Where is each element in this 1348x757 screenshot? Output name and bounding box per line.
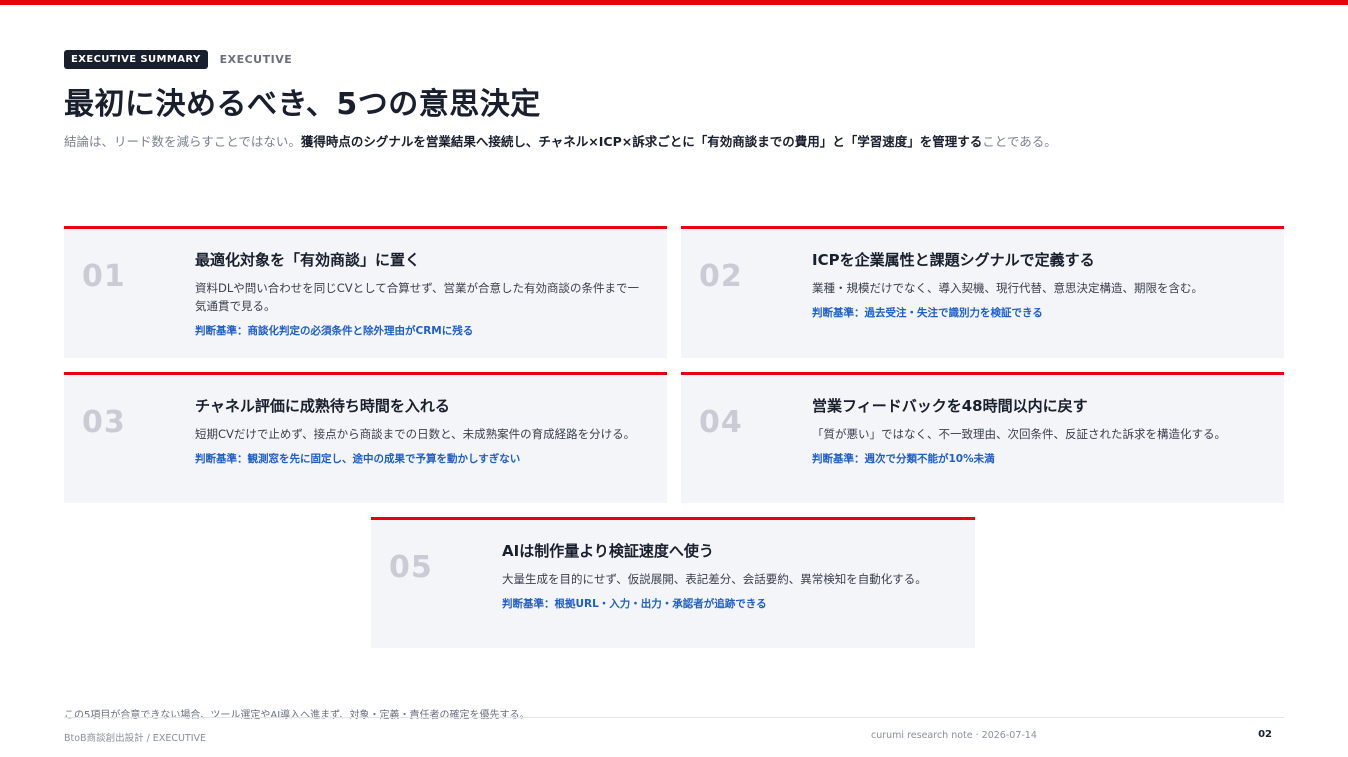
card-title: 最適化対象を「有効商談」に置く: [195, 251, 421, 269]
card-description: 「質が悪い」ではなく、不一致理由、次回条件、反証された訴求を構造化する。: [812, 427, 1226, 441]
page-number: 02: [1258, 729, 1272, 740]
page-header: EXECUTIVE SUMMARY EXECUTIVE 最初に決めるべき、5つの…: [64, 50, 1284, 150]
footer-document-name: BtoB商談創出設計 / EXECUTIVE: [64, 733, 207, 744]
card-number: 05: [389, 550, 433, 585]
footer-source: curumi research note · 2026-07-14: [871, 730, 1037, 741]
section-tag-row: EXECUTIVE SUMMARY EXECUTIVE: [64, 50, 1284, 69]
footer-divider: [64, 717, 1284, 718]
decision-card-03: 03 チャネル評価に成熟待ち時間を入れる 短期CVだけで止めず、接点から商談まで…: [64, 372, 667, 503]
card-criterion: 判断基準：週次で分類不能が10%未満: [812, 453, 995, 465]
card-criterion: 判断基準：観測窓を先に固定し、途中の成果で予算を動かしすぎない: [195, 453, 521, 465]
card-number: 02: [699, 259, 743, 294]
section-tag: EXECUTIVE SUMMARY: [64, 50, 208, 69]
page-title: 最初に決めるべき、5つの意思決定: [64, 87, 541, 122]
decision-card-02: 02 ICPを企業属性と課題シグナルで定義する 業種・規模だけでなく、導入契機、…: [681, 226, 1284, 358]
decision-card-01: 01 最適化対象を「有効商談」に置く 資料DLや問い合わせを同じCVとして合算せ…: [64, 226, 667, 358]
card-title: チャネル評価に成熟待ち時間を入れる: [195, 397, 450, 415]
footnote: この5項目が合意できない場合、ツール選定やAI導入へ進まず、対象・定義・責任者の…: [64, 710, 530, 721]
top-accent-bar: [0, 0, 1348, 5]
decision-card-05: 05 AIは制作量より検証速度へ使う 大量生成を目的にせず、仮説展開、表記差分、…: [371, 517, 975, 648]
decision-card-04: 04 営業フィードバックを48時間以内に戻す 「質が悪い」ではなく、不一致理由、…: [681, 372, 1284, 503]
lead-text: 結論は、リード数を減らすことではない。獲得時点のシグナルを営業結果へ接続し、チャ…: [64, 131, 1284, 150]
card-number: 03: [82, 405, 126, 440]
section-subtag: EXECUTIVE: [219, 53, 293, 66]
card-description: 短期CVだけで止めず、接点から商談までの日数と、未成熟案件の育成経路を分ける。: [195, 427, 636, 441]
card-criterion: 判断基準：商談化判定の必須条件と除外理由がCRMに残る: [195, 325, 474, 337]
card-description: 業種・規模だけでなく、導入契機、現行代替、意思決定構造、期限を含む。: [812, 281, 1203, 295]
card-number: 01: [82, 259, 126, 294]
card-description: 資料DLや問い合わせを同じCVとして合算せず、営業が合意した有効商談の条件まで一…: [195, 281, 640, 313]
card-number: 04: [699, 405, 743, 440]
lead-post: ことである。: [982, 134, 1057, 149]
card-description: 大量生成を目的にせず、仮説展開、表記差分、会話要約、異常検知を自動化する。: [502, 572, 927, 586]
lead-pre: 結論は、リード数を減らすことではない。: [64, 134, 301, 149]
card-criterion: 判断基準：根拠URL・入力・出力・承認者が追跡できる: [502, 598, 767, 610]
card-criterion: 判断基準：過去受注・失注で識別力を検証できる: [812, 307, 1043, 319]
card-title: ICPを企業属性と課題シグナルで定義する: [812, 251, 1095, 269]
card-title: AIは制作量より検証速度へ使う: [502, 542, 714, 560]
card-title: 営業フィードバックを48時間以内に戻す: [812, 397, 1088, 415]
lead-strong: 獲得時点のシグナルを営業結果へ接続し、チャネル×ICP×訴求ごとに「有効商談まで…: [300, 134, 983, 149]
